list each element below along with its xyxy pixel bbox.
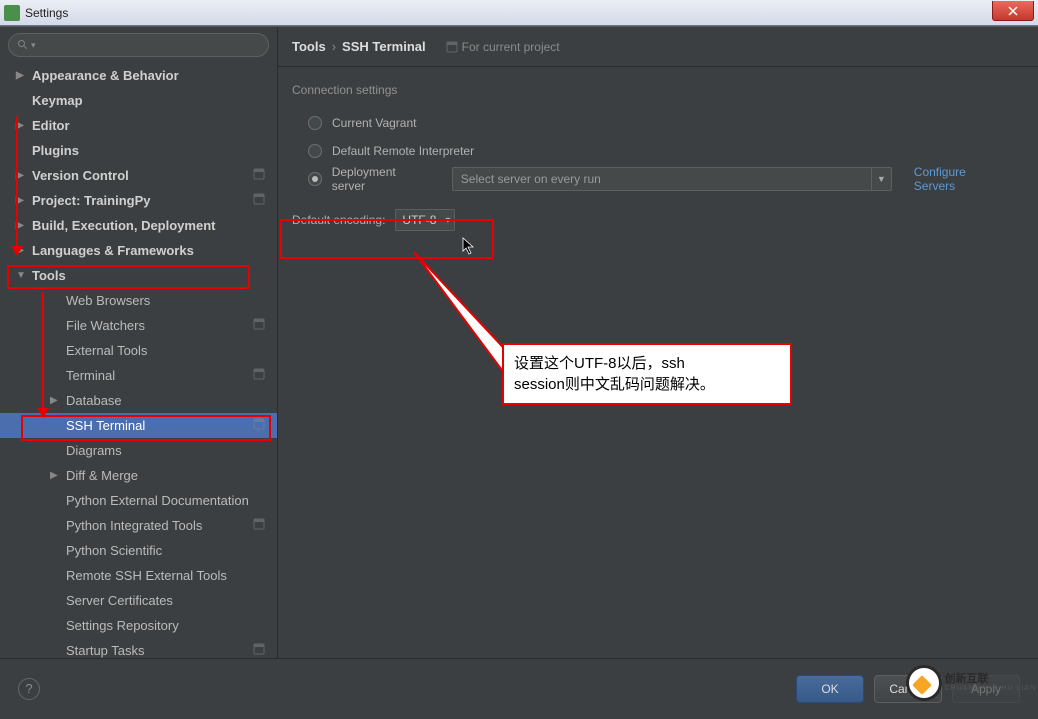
tree-item-external-tools[interactable]: External Tools: [0, 338, 277, 363]
tree-item-python-integrated-tools[interactable]: Python Integrated Tools: [0, 513, 277, 538]
tree-item-web-browsers[interactable]: Web Browsers: [0, 288, 277, 313]
tree-item-python-external-documentation[interactable]: Python External Documentation: [0, 488, 277, 513]
tree-item-database[interactable]: ▶ Database: [0, 388, 277, 413]
close-button[interactable]: [992, 1, 1034, 21]
main-container: ▾ Appearance & Behavior Keymap Editor Plugi…: [0, 26, 1038, 658]
tree-item-startup-tasks[interactable]: Startup Tasks: [0, 638, 277, 658]
project-scope-icon: [253, 643, 265, 658]
tree-item-label: Startup Tasks: [66, 643, 145, 658]
project-scope-icon: [253, 193, 265, 208]
tree-item-label: Project: TrainingPy: [32, 193, 150, 208]
search-icon: [17, 39, 29, 51]
titlebar: Settings: [0, 0, 1038, 26]
tree-item-label: Diagrams: [66, 443, 122, 458]
tree-arrow-icon: ▶: [50, 470, 62, 481]
window-title: Settings: [25, 6, 68, 20]
sidebar: ▾ Appearance & Behavior Keymap Editor Plugi…: [0, 27, 278, 658]
tree-item-build-execution-deployment[interactable]: Build, Execution, Deployment: [0, 213, 277, 238]
tree-item-label: Appearance & Behavior: [32, 68, 179, 83]
tree-item-label: Diff & Merge: [66, 468, 138, 483]
tree-item-label: Python Integrated Tools: [66, 518, 202, 533]
tree-arrow-icon: ▶: [50, 395, 62, 406]
tree-item-editor[interactable]: Editor: [0, 113, 277, 138]
tree-arrow-icon: [16, 220, 28, 231]
tree-item-label: Server Certificates: [66, 593, 173, 608]
button-bar: ? OK Cancel Apply: [0, 658, 1038, 718]
search-chevron-icon: ▾: [31, 40, 36, 51]
tree-item-label: Settings Repository: [66, 618, 179, 633]
tree-item-label: Python Scientific: [66, 543, 162, 558]
tree-item-server-certificates[interactable]: Server Certificates: [0, 588, 277, 613]
tree-item-version-control[interactable]: Version Control: [0, 163, 277, 188]
help-button[interactable]: ?: [18, 678, 40, 700]
tree-arrow-icon: [16, 245, 28, 256]
tree-arrow-icon: [16, 170, 28, 181]
tree-item-label: Editor: [32, 118, 70, 133]
tree-item-label: External Tools: [66, 343, 147, 358]
project-scope-icon: [253, 518, 265, 533]
tree-item-keymap[interactable]: Keymap: [0, 88, 277, 113]
close-icon: [1008, 6, 1018, 16]
tree-item-settings-repository[interactable]: Settings Repository: [0, 613, 277, 638]
tree-item-file-watchers[interactable]: File Watchers: [0, 313, 277, 338]
project-scope-icon: [253, 168, 265, 183]
content-pane: Tools › SSH Terminal For current project…: [278, 27, 1038, 658]
tree-item-label: Version Control: [32, 168, 129, 183]
search-wrap: ▾: [0, 27, 277, 63]
settings-tree: Appearance & Behavior Keymap Editor Plugins…: [0, 63, 277, 658]
tree-item-label: Web Browsers: [66, 293, 150, 308]
cancel-button[interactable]: Cancel: [874, 675, 942, 703]
tree-item-diff-merge[interactable]: ▶ Diff & Merge: [0, 463, 277, 488]
tree-item-remote-ssh-external-tools[interactable]: Remote SSH External Tools: [0, 563, 277, 588]
tree-item-label: Build, Execution, Deployment: [32, 218, 215, 233]
tree-arrow-icon: [16, 195, 28, 206]
project-scope-icon: [253, 418, 265, 433]
tree-item-diagrams[interactable]: Diagrams: [0, 438, 277, 463]
apply-button[interactable]: Apply: [952, 675, 1020, 703]
tree-item-label: Languages & Frameworks: [32, 243, 194, 258]
tree-item-label: Terminal: [66, 368, 115, 383]
tree-item-tools[interactable]: Tools: [0, 263, 277, 288]
search-input[interactable]: ▾: [8, 33, 269, 57]
ok-button[interactable]: OK: [796, 675, 864, 703]
tree-item-label: File Watchers: [66, 318, 145, 333]
tree-item-terminal[interactable]: Terminal: [0, 363, 277, 388]
app-icon: [4, 5, 20, 21]
annotation-arrow: [278, 27, 1038, 447]
project-scope-icon: [253, 318, 265, 333]
tree-item-label: Plugins: [32, 143, 79, 158]
tree-item-label: Remote SSH External Tools: [66, 568, 227, 583]
tree-item-project-trainingpy[interactable]: Project: TrainingPy: [0, 188, 277, 213]
tree-item-languages-frameworks[interactable]: Languages & Frameworks: [0, 238, 277, 263]
tree-item-label: Database: [66, 393, 122, 408]
tree-item-python-scientific[interactable]: Python Scientific: [0, 538, 277, 563]
tree-item-label: Tools: [32, 268, 66, 283]
tree-arrow-icon: [16, 120, 28, 131]
project-scope-icon: [253, 368, 265, 383]
tree-item-plugins[interactable]: Plugins: [0, 138, 277, 163]
tree-item-label: SSH Terminal: [66, 418, 145, 433]
tree-item-appearance-behavior[interactable]: Appearance & Behavior: [0, 63, 277, 88]
tree-item-label: Keymap: [32, 93, 83, 108]
tree-arrow-icon: [16, 70, 28, 81]
tree-arrow-icon: [16, 270, 28, 281]
tree-item-label: Python External Documentation: [66, 493, 249, 508]
tree-item-ssh-terminal[interactable]: SSH Terminal: [0, 413, 277, 438]
